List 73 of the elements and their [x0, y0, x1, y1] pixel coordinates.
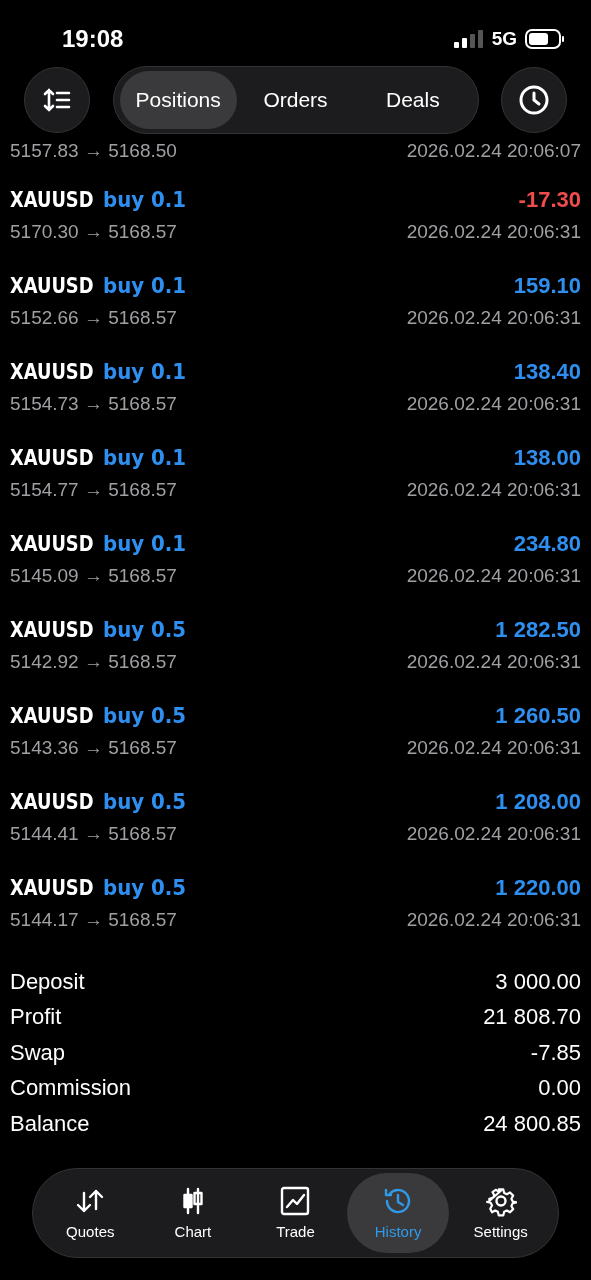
- summary-value: 3 000.00: [495, 968, 581, 995]
- deal-side: buy 0.5: [102, 875, 186, 900]
- price-range: 5157.83 → 5168.50: [10, 140, 177, 162]
- deal-time: 2026.02.24 20:06:31: [406, 651, 581, 673]
- network-label: 5G: [491, 28, 517, 50]
- deal-time: 2026.02.24 20:06:31: [406, 393, 581, 415]
- symbol-label: XAUUSD: [10, 703, 94, 728]
- signal-icon: [453, 30, 484, 48]
- summary-value: -7.85: [530, 1039, 581, 1066]
- deal-side: buy 0.5: [102, 789, 186, 814]
- price-range: 5143.36 → 5168.57: [10, 737, 177, 759]
- nav-tab[interactable]: Quotes: [39, 1172, 142, 1253]
- price-range: 5170.30 → 5168.57: [10, 221, 177, 243]
- deal-time: 2026.02.24 20:06:31: [406, 737, 581, 759]
- price-range: 5142.92 → 5168.57: [10, 651, 177, 673]
- price-range: 5144.41 → 5168.57: [10, 823, 177, 845]
- deal-time: 2026.02.24 20:06:31: [406, 565, 581, 587]
- profit-value: 138.00: [513, 445, 581, 471]
- price-range: 5145.09 → 5168.57: [10, 565, 177, 587]
- line-chart-icon: [279, 1185, 312, 1217]
- deal-time: 2026.02.24 20:06:31: [406, 221, 581, 243]
- settings-icon: [484, 1185, 517, 1217]
- deal-side: buy 0.1: [102, 445, 186, 470]
- profit-value: 138.40: [513, 359, 581, 385]
- nav-tab[interactable]: Trade: [244, 1172, 347, 1253]
- summary-label: Swap: [10, 1039, 66, 1066]
- price-range: 5154.77 → 5168.57: [10, 479, 177, 501]
- symbol-label: XAUUSD: [10, 617, 94, 642]
- nav-tab[interactable]: Settings: [449, 1172, 552, 1253]
- status-time: 19:08: [62, 25, 124, 53]
- profit-value: 1 282.50: [495, 617, 581, 643]
- price-range: 5154.73 → 5168.57: [10, 393, 177, 415]
- profit-value: 234.80: [513, 531, 581, 557]
- deal-side: buy 0.1: [102, 531, 186, 556]
- segment-tab[interactable]: Positions: [119, 71, 237, 129]
- deal-time: 2026.02.24 20:06:07: [406, 140, 581, 162]
- summary-label: Commission: [10, 1075, 132, 1102]
- summary-value: 0.00: [538, 1075, 581, 1102]
- clock-icon: [518, 84, 550, 116]
- summary-value: 21 808.70: [483, 1004, 581, 1031]
- deal-side: buy 0.5: [102, 617, 186, 642]
- deal-side: buy 0.1: [102, 273, 186, 298]
- segment-tab[interactable]: Orders: [236, 71, 355, 129]
- symbol-label: XAUUSD: [10, 187, 94, 212]
- summary-label: Profit: [10, 1004, 62, 1031]
- profit-value: 1 220.00: [495, 875, 581, 901]
- sort-icon: [43, 88, 71, 112]
- deal-time: 2026.02.24 20:06:31: [406, 479, 581, 501]
- nav-tab[interactable]: History: [346, 1172, 450, 1253]
- profit-value: -17.30: [518, 187, 581, 213]
- symbol-label: XAUUSD: [10, 789, 94, 814]
- summary-value: 24 800.85: [483, 1110, 581, 1137]
- symbol-label: XAUUSD: [10, 273, 94, 298]
- segment-tab[interactable]: Deals: [354, 71, 472, 129]
- summary-label: Balance: [10, 1110, 90, 1137]
- price-range: 5144.17 → 5168.57: [10, 909, 177, 931]
- symbol-label: XAUUSD: [10, 531, 94, 556]
- symbol-label: XAUUSD: [10, 359, 94, 384]
- battery-icon: [525, 29, 565, 49]
- deal-side: buy 0.1: [102, 187, 186, 212]
- nav-tab[interactable]: Chart: [141, 1172, 245, 1253]
- deal-side: buy 0.5: [102, 703, 186, 728]
- profit-value: 1 208.00: [495, 789, 581, 815]
- deal-time: 2026.02.24 20:06:31: [406, 307, 581, 329]
- deal-side: buy 0.1: [102, 359, 186, 384]
- profit-value: 159.10: [513, 273, 581, 299]
- deal-time: 2026.02.24 20:06:31: [406, 823, 581, 845]
- deal-time: 2026.02.24 20:06:31: [406, 909, 581, 931]
- symbol-label: XAUUSD: [10, 445, 94, 470]
- profit-value: 1 260.50: [495, 703, 581, 729]
- symbol-label: XAUUSD: [10, 875, 94, 900]
- summary-label: Deposit: [10, 968, 85, 995]
- price-range: 5152.66 → 5168.57: [10, 307, 177, 329]
